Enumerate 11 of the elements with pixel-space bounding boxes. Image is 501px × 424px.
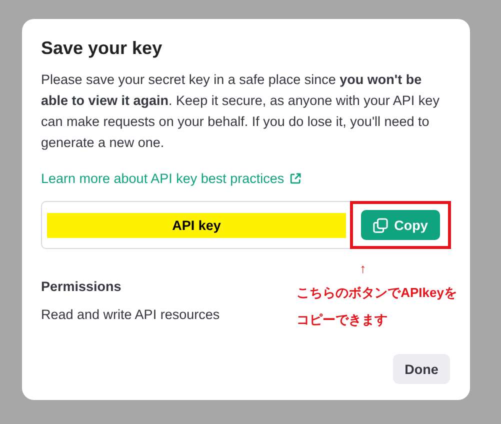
dialog-title: Save your key	[41, 38, 164, 59]
annotation-arrow: ↑	[360, 261, 366, 276]
annotation-text: こちらのボタンでAPIkeyを コピーできます	[296, 284, 457, 329]
permissions-value: Read and write API resources	[41, 307, 220, 322]
external-link-icon	[290, 173, 302, 184]
api-key-field[interactable]: API key Copy	[41, 201, 450, 249]
done-button[interactable]: Done	[393, 354, 450, 384]
permissions-title: Permissions	[41, 279, 122, 294]
api-key-value: API key	[47, 212, 346, 238]
message-text: Please save your secret key in a safe place since you won't be able to view it again. Keep it secure, as anyone with your API key can make requests on your behalf. If you do lose it, you'll need to generate a new one.	[41, 71, 440, 152]
copy-icon	[373, 218, 388, 232]
